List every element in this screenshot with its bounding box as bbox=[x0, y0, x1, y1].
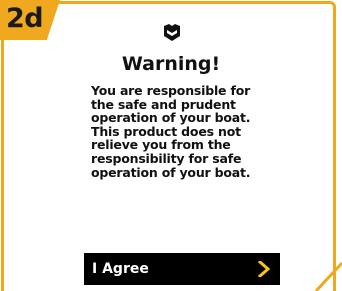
warning-message: You are responsible for the safe and pru… bbox=[91, 83, 251, 180]
brand-logo-icon bbox=[162, 22, 182, 42]
agree-button-label: I Agree bbox=[92, 261, 149, 277]
corner-decoration bbox=[312, 258, 342, 291]
agree-button[interactable]: I Agree bbox=[84, 253, 280, 285]
screen-frame: 2d Warning! You are responsible for the … bbox=[0, 0, 342, 291]
step-label: 2d bbox=[6, 3, 44, 34]
chevron-right-icon bbox=[257, 259, 271, 279]
warning-title: Warning! bbox=[121, 53, 221, 75]
